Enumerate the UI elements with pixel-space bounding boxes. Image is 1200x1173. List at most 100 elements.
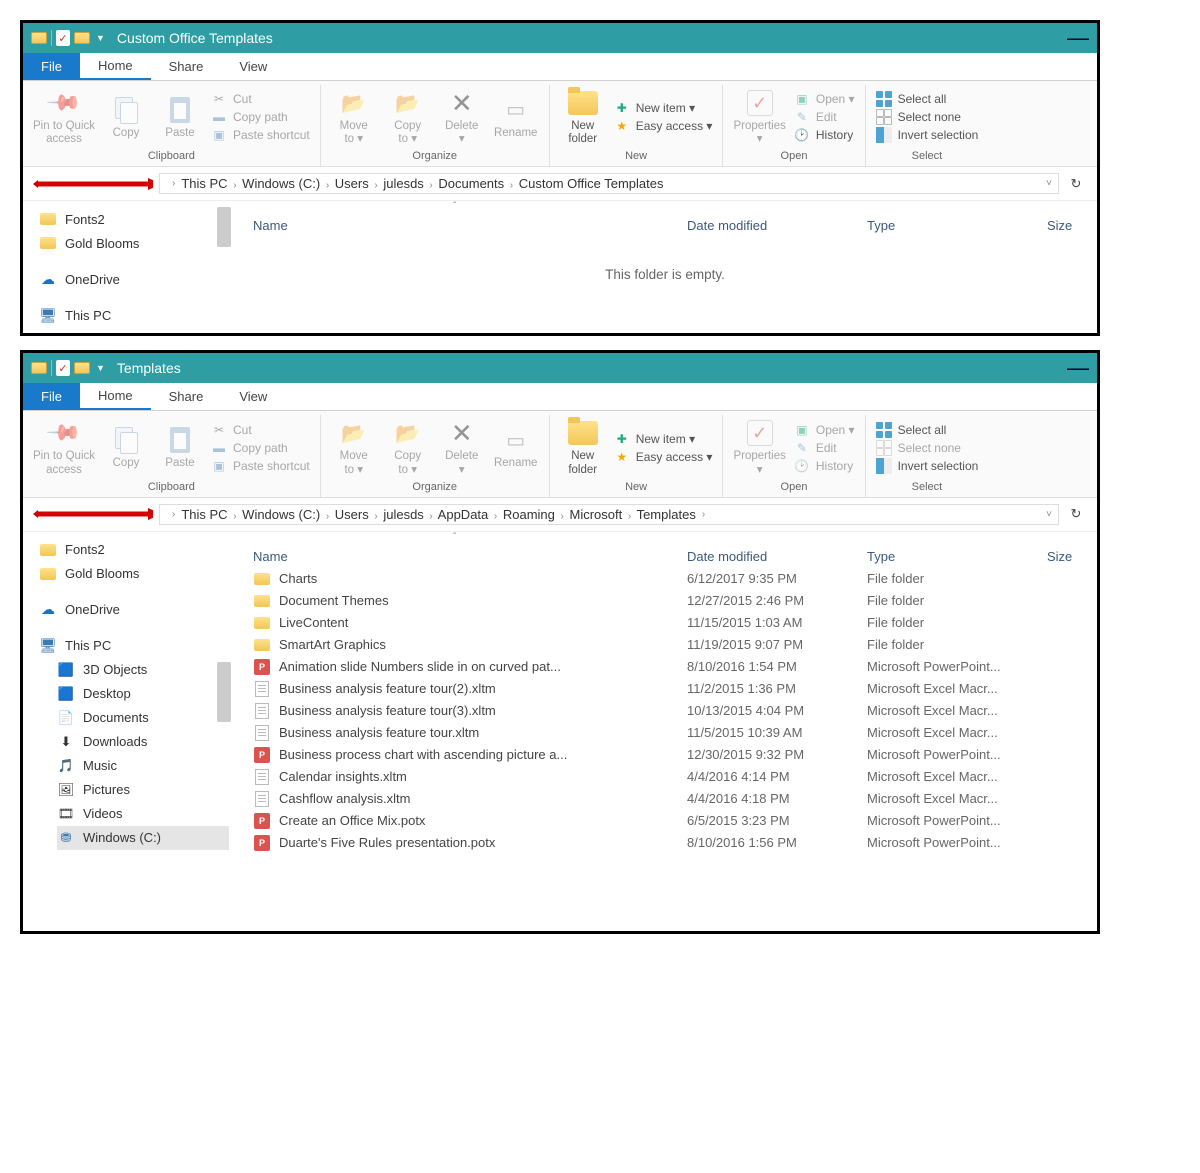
tree-item[interactable]: 🎵Music (57, 754, 229, 778)
nav-tree[interactable]: Fonts2Gold Blooms ☁OneDrive 🖥This PC🟦3D Ob… (23, 532, 233, 931)
breadcrumb-seg[interactable]: This PC (181, 507, 227, 522)
address-bar[interactable]: › This PC › Windows (C:) › Users › jules… (159, 173, 1059, 194)
chevron-right-icon[interactable]: › (326, 511, 329, 522)
file-row[interactable]: Cashflow analysis.xltm 4/4/2016 4:18 PM … (233, 788, 1097, 810)
tree-item[interactable]: 📄Documents (57, 706, 229, 730)
copypath-button[interactable]: ▬Copy path (211, 440, 310, 456)
pasteshortcut-button[interactable]: ▣Paste shortcut (211, 127, 310, 143)
breadcrumb-seg[interactable]: Documents (438, 176, 504, 191)
moveto-button[interactable]: 📂Move to ▾ (331, 418, 377, 476)
invertselection-button[interactable]: Invert selection (876, 127, 979, 143)
file-row[interactable]: Business analysis feature tour(2).xltm 1… (233, 678, 1097, 700)
tree-item[interactable]: 🖥This PC (39, 303, 229, 327)
pin-button[interactable]: 📌 Pin to Quick access (33, 88, 95, 146)
tree-item[interactable]: Fonts2 (39, 207, 229, 231)
chevron-right-icon[interactable]: › (326, 180, 329, 191)
tree-item[interactable]: ☁OneDrive (39, 598, 229, 622)
qat-properties-icon[interactable]: ✓ (56, 30, 70, 46)
scrollbar-thumb[interactable] (217, 207, 231, 247)
breadcrumb-seg[interactable]: Users (335, 176, 369, 191)
file-row[interactable]: Charts 6/12/2017 9:35 PM File folder (233, 568, 1097, 590)
address-bar[interactable]: › This PC › Windows (C:) › Users › jules… (159, 504, 1059, 525)
chevron-right-icon[interactable]: › (172, 178, 175, 189)
qat-customize-dropdown[interactable]: ▼ (96, 33, 105, 43)
rename-button[interactable]: ▭Rename (493, 95, 539, 140)
folder-icon[interactable] (31, 362, 47, 374)
breadcrumb-seg[interactable]: julesds (383, 176, 423, 191)
paste-button[interactable]: Paste (157, 95, 203, 140)
invertselection-button[interactable]: Invert selection (876, 458, 979, 474)
cut-button[interactable]: ✂Cut (211, 422, 310, 438)
qat-newfolder-icon[interactable] (74, 32, 90, 44)
tab-view[interactable]: View (221, 53, 285, 80)
history-button[interactable]: 🕑History (794, 127, 855, 143)
open-button[interactable]: ▣Open ▾ (794, 422, 855, 438)
moveto-button[interactable]: 📂Move to ▾ (331, 88, 377, 146)
chevron-down-icon[interactable]: ˅ (1046, 178, 1052, 189)
file-row[interactable]: Calendar insights.xltm 4/4/2016 4:14 PM … (233, 766, 1097, 788)
tab-home[interactable]: Home (80, 53, 151, 80)
tree-item[interactable]: 🟦3D Objects (57, 658, 229, 682)
selectall-button[interactable]: Select all (876, 422, 979, 438)
chevron-right-icon[interactable]: › (374, 511, 377, 522)
nav-tree[interactable]: Fonts2Gold Blooms☁OneDrive🖥This PC (23, 201, 233, 333)
easyaccess-button[interactable]: ★Easy access ▾ (614, 449, 713, 465)
col-date[interactable]: Date modified (687, 218, 867, 233)
edit-button[interactable]: ✎Edit (794, 109, 855, 125)
minimize-button[interactable]: — (1067, 355, 1089, 381)
pasteshortcut-button[interactable]: ▣Paste shortcut (211, 458, 310, 474)
file-row[interactable]: P Animation slide Numbers slide in on cu… (233, 656, 1097, 678)
tree-item[interactable]: 🖼Pictures (57, 778, 229, 802)
chevron-right-icon[interactable]: › (628, 511, 631, 522)
properties-button[interactable]: ✓Properties ▾ (733, 418, 785, 476)
tree-item[interactable]: ⬇Downloads (57, 730, 229, 754)
tree-item[interactable]: 🖥This PC (39, 634, 229, 658)
chevron-down-icon[interactable]: ˅ (1046, 509, 1052, 520)
col-name[interactable]: Name (233, 549, 687, 564)
file-list[interactable]: ˆ Name Date modified Type Size This fold… (233, 201, 1097, 333)
breadcrumb-seg[interactable]: Windows (C:) (242, 507, 320, 522)
minimize-button[interactable]: — (1067, 25, 1089, 51)
open-button[interactable]: ▣Open ▾ (794, 91, 855, 107)
titlebar[interactable]: ✓ ▼ Custom Office Templates — (23, 23, 1097, 53)
file-row[interactable]: P Duarte's Five Rules presentation.potx … (233, 832, 1097, 854)
breadcrumb-seg[interactable]: Roaming (503, 507, 555, 522)
tree-item[interactable]: Fonts2 (39, 538, 229, 562)
chevron-right-icon[interactable]: › (233, 180, 236, 191)
file-row[interactable]: SmartArt Graphics 11/19/2015 9:07 PM Fil… (233, 634, 1097, 656)
qat-newfolder-icon[interactable] (74, 362, 90, 374)
scrollbar-thumb[interactable] (217, 662, 231, 722)
chevron-right-icon[interactable]: › (233, 511, 236, 522)
breadcrumb-seg[interactable]: Microsoft (569, 507, 622, 522)
copyto-button[interactable]: 📂Copy to ▾ (385, 418, 431, 476)
tree-item[interactable]: Gold Blooms (39, 562, 229, 586)
file-row[interactable]: P Business process chart with ascending … (233, 744, 1097, 766)
refresh-button[interactable]: ↻ (1065, 506, 1087, 522)
tree-item[interactable]: Gold Blooms (39, 231, 229, 255)
file-list[interactable]: ˆ Name Date modified Type Size Charts 6/… (233, 532, 1097, 931)
newfolder-button[interactable]: New folder (560, 418, 606, 476)
newitem-button[interactable]: ✚New item ▾ (614, 100, 713, 116)
breadcrumb-seg[interactable]: Templates (637, 507, 696, 522)
tab-view[interactable]: View (221, 383, 285, 410)
chevron-right-icon[interactable]: › (510, 180, 513, 191)
selectnone-button[interactable]: Select none (876, 109, 979, 125)
cut-button[interactable]: ✂Cut (211, 91, 310, 107)
titlebar[interactable]: ✓ ▼ Templates — (23, 353, 1097, 383)
col-date[interactable]: Date modified (687, 549, 867, 564)
delete-button[interactable]: ✕Delete ▾ (439, 88, 485, 146)
col-size[interactable]: Size (1047, 218, 1097, 233)
breadcrumb-seg[interactable]: This PC (181, 176, 227, 191)
tree-item[interactable]: 🟦Desktop (57, 682, 229, 706)
tab-file[interactable]: File (23, 53, 80, 80)
newitem-button[interactable]: ✚New item ▾ (614, 431, 713, 447)
tree-item[interactable]: ⛃Windows (C:) (57, 826, 229, 850)
breadcrumb-seg[interactable]: Users (335, 507, 369, 522)
tab-file[interactable]: File (23, 383, 80, 410)
file-row[interactable]: P Create an Office Mix.potx 6/5/2015 3:2… (233, 810, 1097, 832)
file-row[interactable]: Business analysis feature tour(3).xltm 1… (233, 700, 1097, 722)
chevron-right-icon[interactable]: › (172, 509, 175, 520)
col-name[interactable]: Name (233, 218, 687, 233)
col-type[interactable]: Type (867, 218, 1047, 233)
tree-item[interactable]: 🎞Videos (57, 802, 229, 826)
